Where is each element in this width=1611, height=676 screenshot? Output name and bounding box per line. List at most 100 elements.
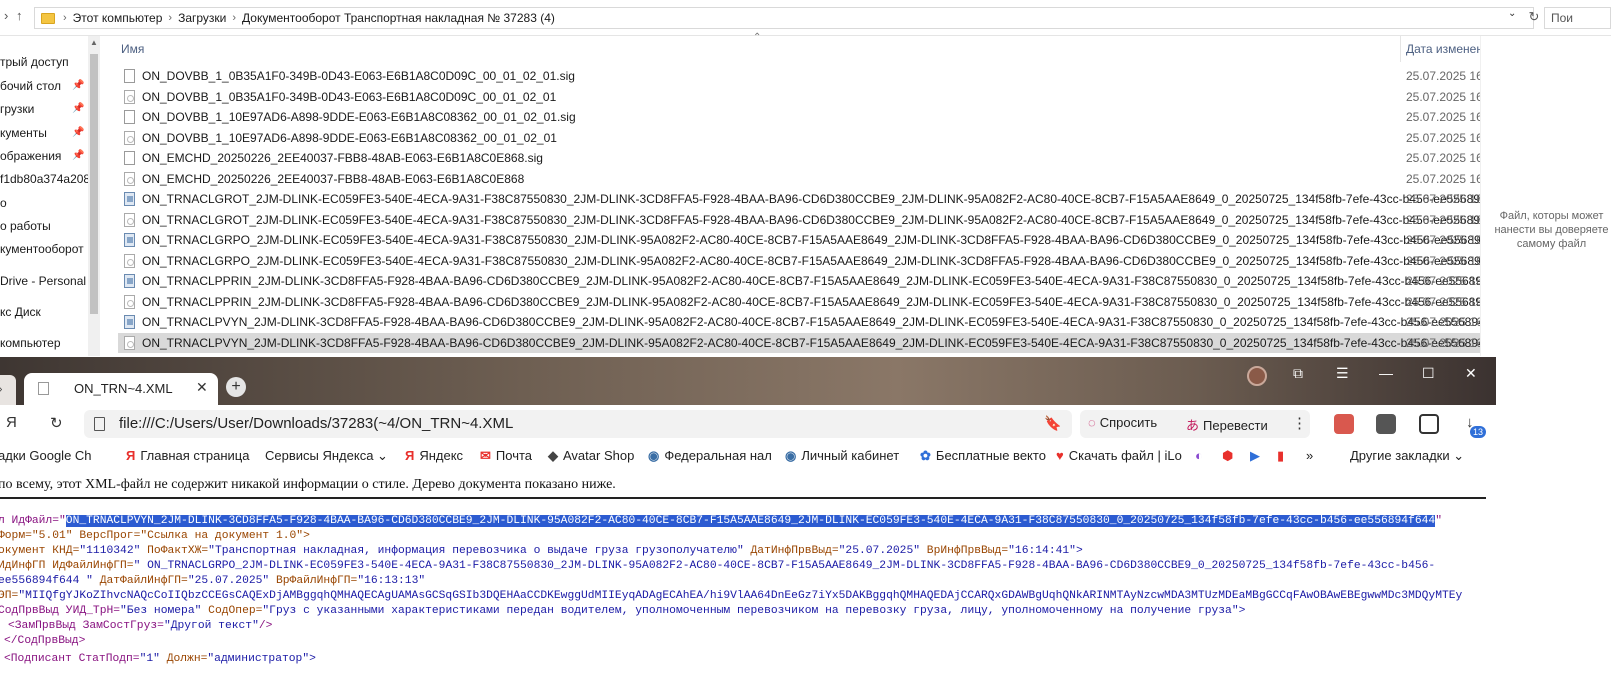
avatar[interactable]: [1247, 366, 1267, 386]
address-box[interactable]: › Этот компьютер › Загрузки › Документоо…: [34, 7, 1534, 29]
xml-line[interactable]: <ЗамПрвВыд ЗамСостГруз="Другой текст"/>: [8, 619, 272, 634]
file-row[interactable]: ON_TRNACLGROT_2JM-DLINK-EC059FE3-540E-4E…: [118, 210, 1510, 230]
reload-icon[interactable]: ↻: [50, 414, 63, 432]
column-divider[interactable]: [1400, 36, 1401, 62]
nav-up-icon[interactable]: ↑: [16, 8, 23, 23]
file-date: 25.07.2025 16:: [1406, 89, 1487, 104]
xml-line[interactable]: Форм="5.01" ВерсПрог="Ссылка на документ…: [0, 529, 310, 544]
file-row[interactable]: ON_TRNACLPPRIN_2JM-DLINK-3CD8FFA5-F928-4…: [118, 271, 1512, 291]
bookmark-item[interactable]: Я Главная страница: [126, 448, 249, 463]
bookmark-icon-only[interactable]: ◐: [1195, 448, 1203, 463]
bookmark-item[interactable]: Сервисы Яндекса ⌄: [265, 448, 388, 464]
xml-line[interactable]: окумент КНД="1110342" ПоФактХЖ="Транспор…: [0, 544, 1083, 559]
xml-value: "1110342": [79, 545, 141, 557]
url-text[interactable]: file:///C:/Users/User/Downloads/37283(~4…: [119, 415, 513, 432]
xml-tag: СодПрвВыд УИД_ТрН=: [0, 605, 121, 617]
bookmark-item[interactable]: ◆ Avatar Shop: [548, 448, 634, 464]
sidebar-item-yandex-disk[interactable]: кс Диск: [0, 302, 88, 322]
sidebar-item-desktop[interactable]: бочий стол 📌: [0, 76, 88, 96]
xml-attr: ДатФайлИнфГП=: [92, 575, 188, 587]
tab-strip-left-icon[interactable]: ›: [0, 375, 16, 405]
breadcrumb-downloads[interactable]: Загрузки: [178, 11, 226, 25]
chevron-down-icon[interactable]: ⌄: [1508, 8, 1516, 19]
xml-selected-value[interactable]: ON_TRNACLPVYN_2JM-DLINK-3CD8FFA5-F928-4B…: [65, 515, 1436, 527]
xml-line[interactable]: </СодПрвВыд>: [4, 634, 85, 649]
file-row[interactable]: ON_DOVBB_1_10E97AD6-A898-9DDE-E063-E6B1A…: [118, 128, 1486, 148]
refresh-icon[interactable]: ↻: [1525, 8, 1543, 26]
file-row[interactable]: ON_DOVBB_1_0B35A1F0-349B-0D43-E063-E6B1A…: [118, 87, 1486, 107]
xml-line[interactable]: ИдИнфГП ИдФайлИнфГП=" ON_TRNACLGRPO_2JM-…: [0, 559, 1435, 574]
url-bar[interactable]: file:///C:/Users/User/Downloads/37283(~4…: [84, 410, 1072, 438]
bookmark-item[interactable]: ◉ Личный кабинет: [785, 448, 899, 464]
bookmark-icon-only[interactable]: ▮: [1277, 448, 1284, 464]
file-row[interactable]: ON_DOVBB_1_0B35A1F0-349B-0D43-E063-E6B1A…: [118, 66, 1486, 86]
bookmark-item[interactable]: Я Яндекс: [405, 448, 463, 463]
xml-line[interactable]: л ИдФайл="ON_TRNACLPVYN_2JM-DLINK-3CD8FF…: [0, 514, 1442, 529]
close-window-icon[interactable]: ✕: [1465, 365, 1477, 382]
extension-icon[interactable]: [1419, 414, 1439, 434]
bookmark-collections-icon[interactable]: ⧉: [1293, 365, 1303, 382]
file-row[interactable]: ON_TRNACLGRPO_2JM-DLINK-EC059FE3-540E-4E…: [118, 230, 1511, 250]
sidebar-item-folder-hash[interactable]: f1db80a374a208: [0, 169, 88, 189]
scroll-up-icon[interactable]: ▲: [90, 38, 98, 47]
translate-button[interactable]: あ Перевести: [1186, 415, 1268, 434]
other-bookmarks[interactable]: Другие закладки ⌄: [1350, 448, 1464, 464]
xml-line[interactable]: СодПрвВыд УИД_ТрН="Без номера" СодОпер="…: [0, 604, 1245, 619]
column-name-header[interactable]: Имя: [121, 42, 144, 56]
minimize-icon[interactable]: —: [1379, 365, 1393, 381]
xml-line[interactable]: ЭП="MIIQfgYJKoZIhvcNAQcCoIIQbzCCEGsCAQEx…: [0, 589, 1462, 604]
bookmark-item[interactable]: ✉ Почта: [480, 448, 532, 464]
bookmark-item[interactable]: ♥ Скачать файл | iLo: [1056, 448, 1182, 463]
file-row[interactable]: ON_TRNACLPVYN_2JM-DLINK-3CD8FFA5-F928-4B…: [118, 332, 1508, 353]
sidebar-item-downloads[interactable]: грузки 📌: [0, 99, 88, 119]
sidebar-item-folder-o[interactable]: о: [0, 193, 88, 213]
ask-label: Спросить: [1099, 415, 1158, 430]
sidebar-item-work[interactable]: о работы: [0, 216, 88, 236]
other-bookmarks-label: Другие закладки: [1350, 448, 1450, 463]
sidebar-item-label: о работы: [0, 219, 51, 233]
sidebar-item-documents[interactable]: кументы 📌: [0, 123, 88, 143]
bookmark-icon-only[interactable]: ⬢: [1222, 448, 1233, 464]
file-row[interactable]: ON_TRNACLPPRIN_2JM-DLINK-3CD8FFA5-F928-4…: [118, 292, 1512, 312]
bookmark-item[interactable]: ✿ Бесплатные векто: [920, 448, 1046, 464]
bookmark-label: Почта: [495, 448, 533, 463]
tab-active[interactable]: ON_TRN~4.XML ✕: [24, 373, 218, 405]
sidebar-scrollbar[interactable]: ▲: [88, 36, 100, 356]
yandex-logo-icon[interactable]: Я: [6, 414, 17, 431]
sidebar-item-docflow[interactable]: кументооборот: [0, 239, 88, 259]
breadcrumb-folder[interactable]: Документооборот Транспортная накладная №…: [242, 11, 555, 25]
file-row[interactable]: ON_TRNACLGRPO_2JM-DLINK-EC059FE3-540E-4E…: [118, 251, 1511, 271]
bookmark-icon[interactable]: 🔖: [1044, 415, 1061, 432]
extension-icon[interactable]: [1376, 414, 1396, 434]
sidebar-item-this-pc[interactable]: компьютер: [0, 333, 88, 353]
column-date-header[interactable]: Дата изменен: [1406, 42, 1483, 56]
bookmark-icon-only[interactable]: ▶: [1250, 448, 1260, 464]
nav-forward-icon[interactable]: ›: [4, 8, 8, 23]
sidebar-item-pictures[interactable]: ображения 📌: [0, 146, 88, 166]
xml-line[interactable]: <Подписант СтатПодп="1" Должн="администр…: [4, 652, 316, 667]
menu-icon[interactable]: ☰: [1336, 365, 1349, 382]
bookmark-item[interactable]: ◉ Федеральная нал: [648, 448, 772, 464]
xml-attr: ИдИнфГП ИдФайлИнфГП=: [0, 560, 134, 572]
chevron-down-icon: ⌄: [377, 448, 388, 463]
more-icon[interactable]: ⋮: [1292, 414, 1307, 432]
bookmark-item[interactable]: адки Google Ch: [0, 448, 92, 463]
ask-button[interactable]: ◌ Спросить: [1088, 415, 1157, 430]
file-row[interactable]: ON_DOVBB_1_10E97AD6-A898-9DDE-E063-E6B1A…: [118, 107, 1486, 127]
file-row[interactable]: ON_EMCHD_20250226_2EE40037-FBB8-48AB-E06…: [118, 169, 1486, 189]
file-row[interactable]: ON_TRNACLPVYN_2JM-DLINK-3CD8FFA5-F928-4B…: [118, 312, 1508, 332]
search-input[interactable]: Пои: [1544, 7, 1611, 29]
new-tab-button[interactable]: +: [226, 377, 246, 397]
overflow-icon[interactable]: »: [1306, 448, 1313, 463]
close-icon[interactable]: ✕: [196, 379, 208, 396]
scrollbar-thumb[interactable]: [90, 54, 98, 314]
xml-line[interactable]: ee556894f644 " ДатФайлИнфГП="25.07.2025"…: [0, 574, 425, 589]
file-row[interactable]: ON_TRNACLGROT_2JM-DLINK-EC059FE3-540E-4E…: [118, 189, 1510, 209]
sidebar-item-onedrive[interactable]: Drive - Personal: [0, 271, 88, 291]
xml-style-notice: по всему, этот XML-файл не содержит ника…: [0, 477, 616, 492]
breadcrumb-this-pc[interactable]: Этот компьютер: [73, 11, 163, 25]
sidebar-item-quick-access[interactable]: трый доступ: [0, 52, 88, 72]
extension-icon[interactable]: [1334, 414, 1354, 434]
file-row[interactable]: ON_EMCHD_20250226_2EE40037-FBB8-48AB-E06…: [118, 148, 1486, 168]
maximize-icon[interactable]: ☐: [1422, 365, 1435, 382]
